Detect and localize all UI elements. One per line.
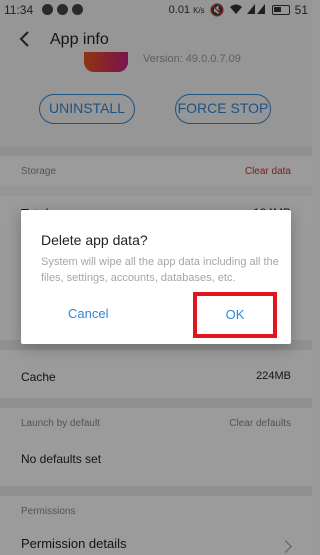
dialog-message: System will wipe all the app data includ… xyxy=(41,256,279,284)
ok-button[interactable]: OK xyxy=(193,292,277,338)
dialog-title: Delete app data? xyxy=(41,232,148,248)
cancel-button[interactable]: Cancel xyxy=(68,306,108,321)
delete-data-dialog: Delete app data? System will wipe all th… xyxy=(21,210,291,344)
